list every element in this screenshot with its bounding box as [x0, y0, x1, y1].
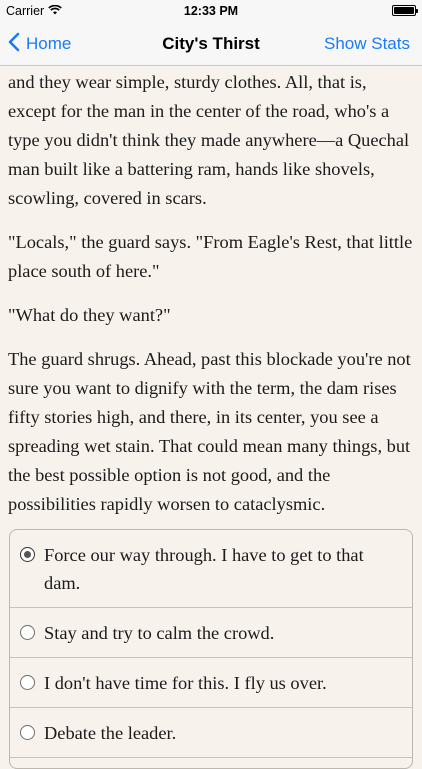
choice-option-fly-over[interactable]: I don't have time for this. I fly us ove…	[10, 658, 412, 708]
story-paragraph: "What do they want?"	[8, 305, 171, 325]
status-time: 12:33 PM	[183, 4, 239, 18]
choice-label: Force our way through. I have to get to …	[44, 545, 364, 593]
show-stats-button[interactable]: Show Stats	[324, 22, 410, 66]
radio-icon[interactable]	[20, 625, 35, 640]
choice-label: Stay and try to calm the crowd.	[44, 623, 275, 643]
story-paragraph: and they wear simple, sturdy clothes. Al…	[8, 72, 410, 208]
status-bar: Carrier 12:33 PM	[0, 0, 422, 22]
story-paragraph: The guard shrugs. Ahead, past this block…	[8, 349, 411, 514]
choice-list: Force our way through. I have to get to …	[9, 529, 413, 769]
battery-icon	[392, 5, 418, 16]
story-paragraph: "Locals," the guard says. "From Eagle's …	[8, 232, 413, 281]
radio-icon[interactable]	[20, 725, 35, 740]
choice-option-calm-crowd[interactable]: Stay and try to calm the crowd.	[10, 608, 412, 658]
story-text: and they wear simple, sturdy clothes. Al…	[8, 66, 414, 534]
navigation-bar: Home City's Thirst Show Stats	[0, 22, 422, 66]
back-button-label: Home	[26, 34, 72, 53]
back-button[interactable]: Home	[8, 22, 71, 66]
radio-selected-icon[interactable]	[20, 547, 35, 562]
choice-option-debate-leader[interactable]: Debate the leader.	[10, 708, 412, 758]
choice-label: Debate the leader.	[44, 723, 177, 743]
chevron-left-icon	[8, 32, 26, 57]
choice-option-force-through[interactable]: Force our way through. I have to get to …	[10, 530, 412, 608]
radio-icon[interactable]	[20, 675, 35, 690]
choice-label: I don't have time for this. I fly us ove…	[44, 673, 327, 693]
